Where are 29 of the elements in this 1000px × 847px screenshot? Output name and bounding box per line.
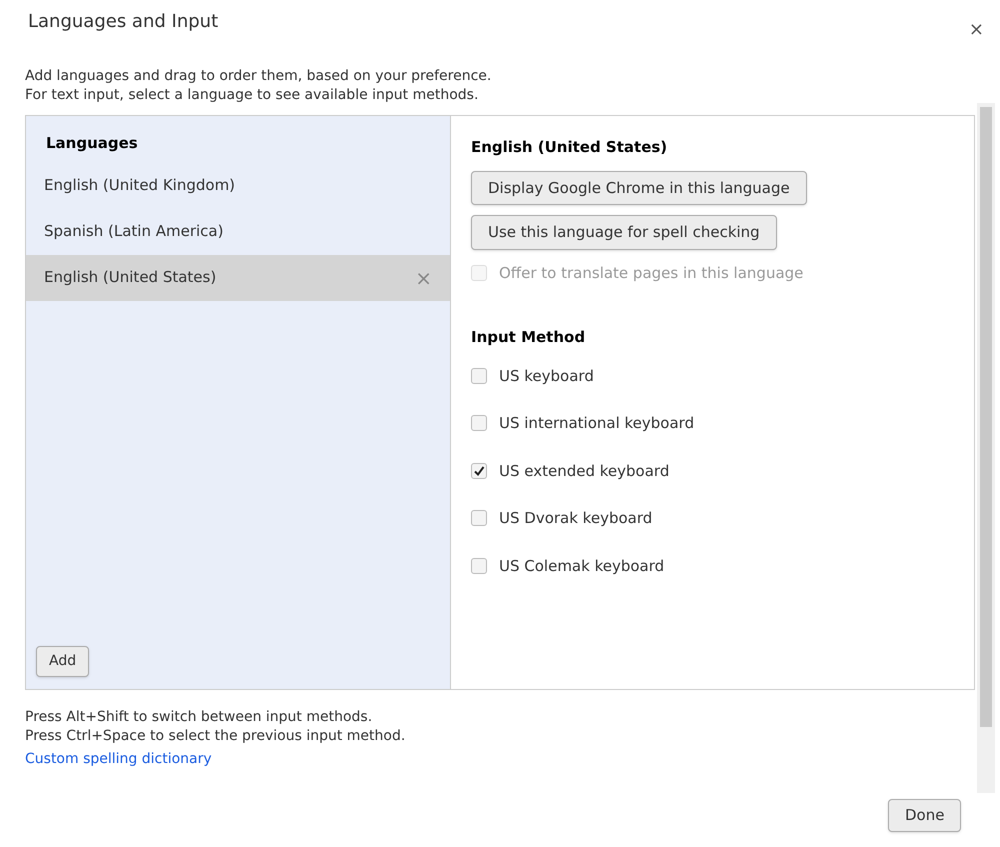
add-button[interactable]: Add (36, 646, 90, 677)
checkbox-label: US international keyboard (499, 413, 694, 434)
language-button[interactable]: Display Google Chrome in this language (471, 170, 807, 205)
checkbox-label: US extended keyboard (499, 460, 670, 482)
done-button[interactable]: Done (888, 799, 962, 832)
checkbox[interactable] (471, 510, 487, 526)
language-item[interactable]: English (United Kingdom) (26, 162, 450, 208)
hint-text: Press Ctrl+Space to select the previous input method. (25, 727, 406, 746)
language-heading: English (United States) (471, 137, 668, 158)
scrollbar[interactable] (977, 103, 995, 793)
description-text: For text input, select a language to see available input methods. (25, 86, 480, 105)
input-method-heading: Input Method (471, 327, 586, 348)
description-text: Add languages and drag to order them, based on your preference. (25, 67, 492, 86)
languages-heading: Languages (45, 133, 139, 154)
checkbox[interactable] (471, 368, 487, 384)
checkbox[interactable] (471, 415, 487, 432)
language-item[interactable]: Spanish (Latin America) (26, 208, 450, 254)
checkbox-label: US Dvorak keyboard (499, 508, 652, 529)
language-item[interactable]: English (United States) × (26, 254, 450, 300)
custom-dictionary-link[interactable]: Custom spelling dictionary (25, 751, 212, 767)
checkbox-label: US Colemak keyboard (499, 556, 664, 576)
checkbox[interactable] (471, 558, 487, 574)
hint-text: Press Alt+Shift to switch between input methods. (25, 708, 374, 727)
dialog-title: Languages and Input (28, 10, 218, 34)
checkbox-label: Offer to translate pages in this language (499, 262, 804, 284)
checkbox-label: US keyboard (499, 366, 594, 386)
close-button[interactable]: × (964, 16, 988, 43)
language-button[interactable]: Use this language for spell checking (471, 215, 777, 250)
checkbox[interactable] (471, 462, 487, 479)
